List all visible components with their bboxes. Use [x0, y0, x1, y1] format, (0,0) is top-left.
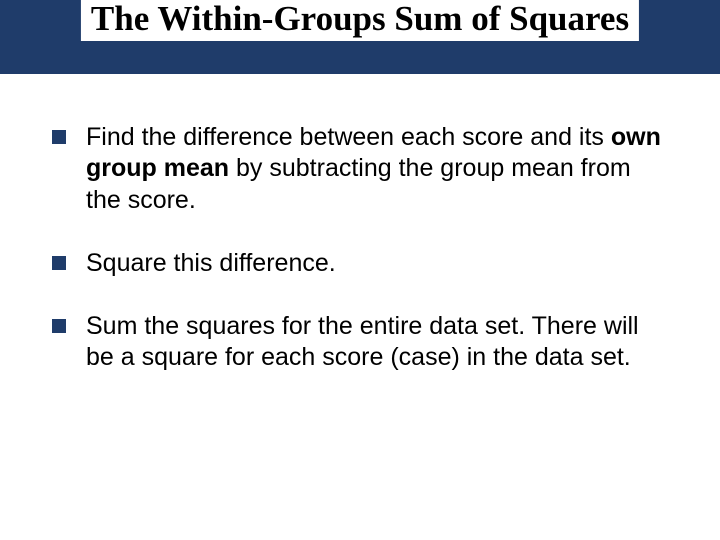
- list-item: Find the difference between each score a…: [48, 122, 672, 216]
- list-item: Sum the squares for the entire data set.…: [48, 311, 672, 374]
- bullet-text: Square this difference.: [86, 248, 672, 279]
- slide-content: Find the difference between each score a…: [0, 74, 720, 374]
- slide-title: The Within-Groups Sum of Squares: [81, 0, 639, 41]
- bullet-icon: [52, 130, 66, 144]
- bullet-icon: [52, 319, 66, 333]
- bullet-text: Sum the squares for the entire data set.…: [86, 311, 672, 374]
- title-bar: The Within-Groups Sum of Squares: [0, 0, 720, 74]
- bullet-icon: [52, 256, 66, 270]
- bullet-list: Find the difference between each score a…: [48, 122, 672, 374]
- list-item: Square this difference.: [48, 248, 672, 279]
- bullet-text: Find the difference between each score a…: [86, 122, 672, 216]
